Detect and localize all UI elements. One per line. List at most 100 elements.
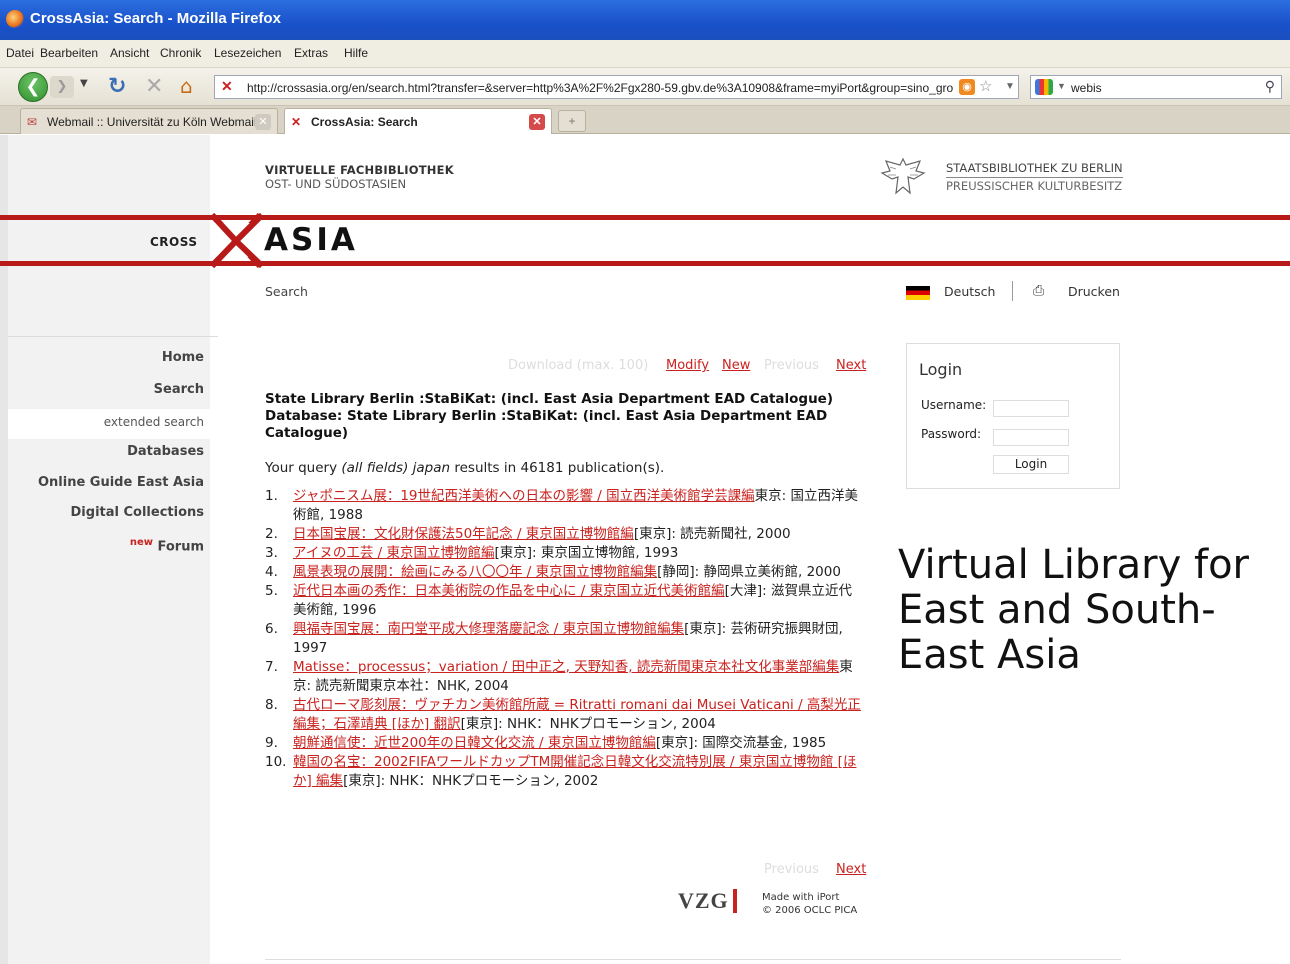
stop-icon[interactable]: ✕ (145, 74, 163, 99)
bookmark-star-icon[interactable]: ☆ (979, 77, 992, 95)
menu-hilfe[interactable]: Hilfe (344, 46, 368, 60)
printer-icon[interactable]: ⎙ (1033, 283, 1044, 299)
new-tab-button[interactable]: + (558, 110, 586, 132)
sidebar-item-search[interactable]: Search (8, 382, 218, 397)
result-title-link[interactable]: Matisse：processus；variation / 田中正之, 天野知香… (293, 659, 839, 675)
modify-link[interactable]: Modify (666, 358, 709, 373)
password-label: Password: (921, 427, 982, 441)
menu-extras[interactable]: Extras (294, 46, 328, 60)
database-line: Database: State Library Berlin :StaBiKat… (265, 408, 828, 441)
result-item: 8. 古代ローマ彫刻展：ヴァチカン美術館所蔵 = Ritratti romani … (265, 697, 861, 732)
tab-close-icon[interactable]: ✕ (255, 114, 271, 130)
crossasia-x-icon: ✕ (291, 115, 302, 129)
vzg-logo-bar (733, 889, 737, 913)
tab-webmail[interactable]: ✉ Webmail :: Universität zu Köln Webmail… (20, 108, 278, 134)
tab-close-icon[interactable]: ✕ (529, 114, 545, 130)
sidebar-item-databases[interactable]: Databases (8, 444, 218, 459)
result-title-link[interactable]: 風景表現の展開：絵画にみる八〇〇年 / 東京国立博物館編集 (293, 564, 657, 580)
sidebar-item-extended-search[interactable]: extended search (8, 409, 218, 439)
sidebar-item-online-guide[interactable]: Online Guide East Asia (8, 475, 218, 490)
bottom-next-link[interactable]: Next (836, 862, 866, 877)
result-item: 1. ジャポニスム展：19世紀西洋美術への日本の影響 / 国立西洋美術館学芸課編東… (265, 488, 858, 523)
bottom-previous-link: Previous (764, 862, 819, 877)
new-link[interactable]: New (722, 358, 750, 373)
sidebar-divider (8, 336, 218, 337)
previous-link: Previous (764, 358, 819, 373)
new-badge: new (129, 537, 153, 548)
sbb-subtitle: PREUSSISCHER KULTURBESITZ (946, 179, 1123, 193)
search-bar[interactable]: ▼ webis ⚲ (1030, 75, 1282, 99)
history-dropdown-icon[interactable]: ▼ (80, 78, 88, 89)
german-flag-icon[interactable] (906, 286, 930, 300)
forum-label: Forum (157, 539, 205, 555)
vfb-subtitle: OST- UND SÜDOSTASIEN (265, 177, 407, 191)
login-heading: Login (919, 360, 963, 379)
window-titlebar: CrossAsia: Search - Mozilla Firefox (0, 0, 1290, 40)
rss-feed-icon[interactable]: ◉ (959, 79, 975, 95)
menu-datei[interactable]: Datei (6, 46, 34, 60)
next-link[interactable]: Next (836, 358, 866, 373)
search-engine-dropdown-icon[interactable]: ▼ (1057, 81, 1066, 91)
magnifier-icon[interactable]: ⚲ (1265, 78, 1275, 95)
search-input[interactable]: webis (1071, 81, 1102, 95)
language-link[interactable]: Deutsch (944, 284, 995, 299)
tab-label: CrossAsia: Search (311, 115, 418, 129)
library-line: State Library Berlin :StaBiKat: (incl. E… (265, 391, 834, 407)
query-summary: Your query (all fields) japan results in… (265, 460, 665, 476)
result-title-link[interactable]: ジャポニスム展：19世紀西洋美術への日本の影響 / 国立西洋美術館学芸課編 (293, 488, 755, 504)
results-list: 1. ジャポニスム展：19世紀西洋美術への日本の影響 / 国立西洋美術館学芸課編東… (265, 487, 865, 791)
sbb-title[interactable]: STAATSBIBLIOTHEK ZU BERLIN (946, 161, 1123, 178)
navigation-toolbar: ❮ ❯ ▼ ↻ ✕ ⌂ ✕ http://crossasia.org/en/se… (0, 68, 1290, 106)
result-title-link[interactable]: 朝鮮通信使：近世200年の日韓文化交流 / 東京国立博物館編 (293, 735, 656, 751)
sidebar-item-home[interactable]: Home (8, 350, 218, 365)
result-item: 3. アイヌの工芸 / 東京国立博物館編[東京]: 東京国立博物館, 1993 (265, 545, 679, 561)
menu-bar: Datei Bearbeiten Ansicht Chronik Lesezei… (0, 40, 1290, 68)
menu-ansicht[interactable]: Ansicht (110, 46, 149, 60)
result-title-link[interactable]: 興福寺国宝展：南円堂平成大修理落慶記念 / 東京国立博物館編集 (293, 621, 684, 637)
logo-asia: ASIA (264, 222, 358, 258)
site-favicon-icon: ✕ (221, 78, 233, 94)
result-title-link[interactable]: 日本国宝展：文化財保護法50年記念 / 東京国立博物館編 (293, 526, 634, 542)
menu-chronik[interactable]: Chronik (160, 46, 201, 60)
result-item: 4. 風景表現の展開：絵画にみる八〇〇年 / 東京国立博物館編集[静岡]: 静岡県… (265, 564, 841, 580)
google-icon[interactable] (1035, 79, 1053, 95)
result-item: 10. 韓国の名宝：2002FIFAワールドカップTM開催記念日韓文化交流特別展 … (265, 754, 857, 789)
login-box: Login Username: Password: Login (906, 343, 1120, 489)
address-bar[interactable]: ✕ http://crossasia.org/en/search.html?tr… (214, 75, 1019, 99)
result-item: 6. 興福寺国宝展：南円堂平成大修理落慶記念 / 東京国立博物館編集[東京]: 芸… (265, 621, 843, 656)
envelope-icon: ✉ (27, 115, 38, 129)
made-with-iport: Made with iPort © 2006 OCLC PICA (762, 892, 858, 916)
menu-lesezeichen[interactable]: Lesezeichen (214, 46, 281, 60)
window-title: CrossAsia: Search - Mozilla Firefox (30, 10, 281, 27)
result-item: 7. Matisse：processus；variation / 田中正之, 天野… (265, 659, 853, 694)
reload-icon[interactable]: ↻ (108, 74, 126, 99)
sidebar-item-digital-collections[interactable]: Digital Collections (8, 505, 218, 520)
page-viewport: Home Search extended search Databases On… (0, 135, 1290, 964)
vzg-logo: VZG (678, 888, 729, 913)
query-terms: (all fields) japan (341, 460, 451, 476)
tab-crossasia-search[interactable]: ✕ CrossAsia: Search ✕ (284, 108, 552, 134)
sidebar-item-forum[interactable]: new Forum (8, 537, 218, 554)
back-button[interactable]: ❮ (18, 72, 48, 102)
home-icon[interactable]: ⌂ (180, 74, 193, 98)
print-link[interactable]: Drucken (1068, 284, 1120, 299)
tab-label: Webmail :: Universität zu Köln Webmail (47, 115, 257, 129)
breadcrumb: Search (265, 284, 308, 299)
result-item: 2. 日本国宝展：文化財保護法50年記念 / 東京国立博物館編[東京]: 読売新聞… (265, 526, 791, 542)
password-field[interactable] (993, 429, 1069, 446)
result-title-link[interactable]: アイヌの工芸 / 東京国立博物館編 (293, 545, 494, 561)
download-link: Download (max. 100) (508, 358, 649, 373)
url-dropdown-icon[interactable]: ▼ (1005, 81, 1015, 92)
menu-bearbeiten[interactable]: Bearbeiten (40, 46, 98, 60)
login-button[interactable]: Login (993, 455, 1069, 474)
result-item: 9. 朝鮮通信使：近世200年の日韓文化交流 / 東京国立博物館編[東京]: 国際… (265, 735, 827, 751)
vfb-title: VIRTUELLE FACHBIBLIOTHEK (265, 163, 454, 177)
eagle-logo-icon (880, 157, 926, 195)
firefox-icon (6, 10, 24, 28)
username-field[interactable] (993, 400, 1069, 417)
tab-bar: ✉ Webmail :: Universität zu Köln Webmail… (0, 106, 1290, 134)
result-title-link[interactable]: 近代日本画の秀作：日本美術院の作品を中心に / 東京国立近代美術館編 (293, 583, 725, 599)
address-url[interactable]: http://crossasia.org/en/search.html?tran… (247, 81, 957, 95)
forward-button[interactable]: ❯ (50, 76, 74, 98)
footer-divider (265, 959, 1121, 960)
